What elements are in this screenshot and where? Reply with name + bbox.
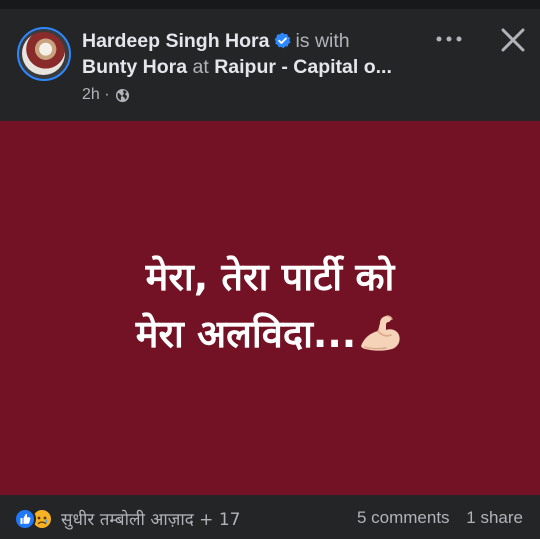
avatar-photo: [22, 32, 65, 75]
post-text-line-2-wrap: मेरा अलविदा...: [0, 306, 540, 363]
post-content[interactable]: मेरा, तेरा पार्टी को मेरा अलविदा...: [0, 121, 540, 495]
globe-icon[interactable]: [115, 88, 130, 103]
like-icon: [14, 507, 36, 530]
author-name[interactable]: Hardeep Singh Hora: [82, 30, 269, 52]
reactors-text[interactable]: सुधीर तम्बोली आज़ाद + 17: [61, 507, 240, 530]
post-header: Hardeep Singh Hora is with Bunty Hora at …: [0, 9, 540, 121]
post-footer: सुधीर तम्बोली आज़ाद + 17 5 comments 1 sh…: [0, 495, 540, 539]
location-link[interactable]: Raipur - Capital o...: [214, 56, 392, 78]
more-options-button[interactable]: [433, 27, 465, 51]
flexed-biceps-icon: [361, 315, 400, 351]
post-stats: 5 comments 1 share: [357, 508, 523, 528]
post-time[interactable]: 2h ·: [82, 85, 110, 105]
verified-badge-icon: [275, 32, 291, 49]
post-text: मेरा, तेरा पार्टी को मेरा अलविदा...: [0, 249, 540, 363]
author-avatar[interactable]: [17, 27, 71, 81]
post-text-line-2: मेरा अलविदा...: [135, 312, 357, 356]
reactions-summary[interactable]: सुधीर तम्बोली आज़ाद + 17: [14, 507, 240, 530]
at-text: at: [192, 56, 209, 78]
close-icon: [501, 28, 525, 52]
tag-line: Bunty Hora at Raipur - Capital o...: [82, 55, 422, 79]
author-line: Hardeep Singh Hora is with: [82, 29, 422, 53]
more-options-icon: [436, 36, 462, 42]
close-button[interactable]: [497, 24, 529, 56]
status-strip: [0, 0, 540, 9]
shares-count[interactable]: 1 share: [466, 508, 523, 527]
post-text-line-1: मेरा, तेरा पार्टी को: [145, 255, 395, 299]
tagged-user[interactable]: Bunty Hora: [82, 56, 187, 78]
with-text: is with: [295, 30, 350, 52]
post-meta: 2h ·: [82, 85, 130, 105]
comments-count[interactable]: 5 comments: [357, 508, 450, 527]
